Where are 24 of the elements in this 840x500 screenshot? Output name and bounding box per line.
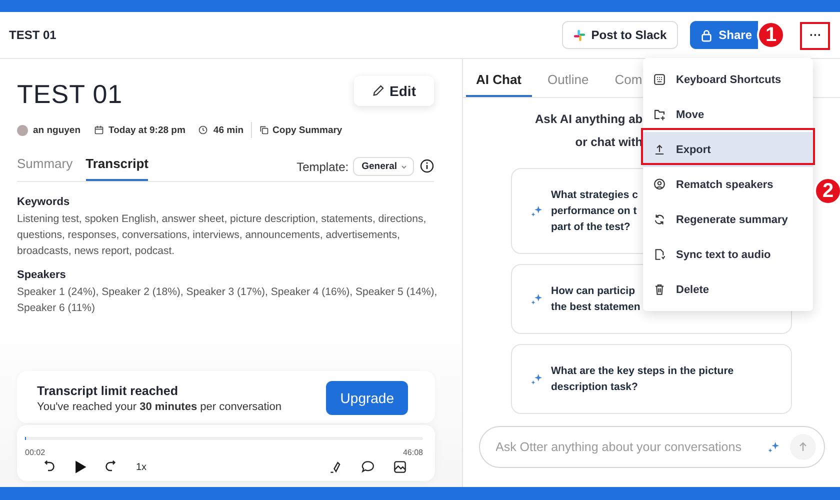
elapsed-time: 00:02: [25, 448, 46, 457]
suggestion-line: What strategies c: [551, 188, 638, 203]
section-text: Speaker 1 (24%), Speaker 2 (18%), Speaker 3 (17%), Speaker 4 (16%), Speaker 5 (14%), Speaker 6 (11%): [17, 285, 438, 316]
chat-prompt-line: Ask AI anything ab: [535, 111, 643, 128]
limit-title: Transcript limit reached: [37, 384, 180, 398]
step-number-badge: 1: [757, 21, 785, 49]
note-title: TEST 01: [17, 79, 123, 110]
meeting-duration: 46 min: [213, 124, 244, 136]
owner-name: an nguyen: [33, 124, 81, 136]
total-time: 46:08: [402, 448, 423, 457]
suggestion-line: How can particip: [551, 284, 636, 299]
suggestion-line: performance on t: [551, 204, 638, 219]
suggestion-line: the best statemen: [551, 300, 640, 315]
suggestion-line: description task?: [551, 380, 639, 395]
step-number-badge: 2: [814, 177, 840, 205]
section-heading: Keywords: [17, 196, 71, 208]
suggestion-line: What are the key steps in the picture: [551, 364, 734, 379]
limit-message: You've reached your 30 minutes per conversation: [37, 400, 282, 412]
page-title: TEST 01: [9, 28, 56, 42]
template-label: Template:: [296, 160, 349, 174]
meeting-date: Today at 9:28 pm: [108, 124, 186, 136]
section-text: Listening test, spoken English, answer sheet, picture description, statements, directions, questions, responses, conversations, interviews, announcements, advertisements, broadcasts, news report, podcast.: [17, 212, 428, 259]
suggestion-line: part of the test?: [551, 220, 632, 235]
section-heading: Speakers: [17, 269, 67, 281]
